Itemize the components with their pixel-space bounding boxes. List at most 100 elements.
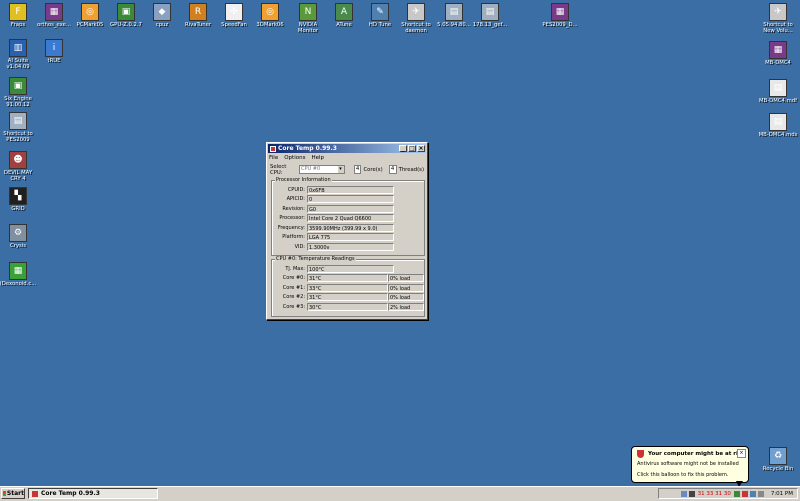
six-engine-91-00-12-icon: ▣: [9, 77, 27, 95]
start-label: Start: [6, 490, 24, 497]
tj-max-row: Tj. Max: 100°C: [272, 264, 424, 274]
core-temp-app-icon: [270, 145, 276, 152]
core-load-value: 2% load: [388, 302, 424, 311]
desktop-icon-label: MB-DMC4.mdf: [759, 98, 797, 104]
desktop-icon-crysis[interactable]: ⚙ Crysis: [0, 224, 40, 249]
tj-max-value: 100°C: [307, 264, 394, 273]
tray-app-icon[interactable]: [688, 490, 695, 497]
proc-row-revision: Revision: G0: [272, 204, 424, 214]
desktop-icon-label: Recycle Bin: [762, 466, 794, 472]
desktop-icon-shortcut-to-pes2009[interactable]: ▤ Shortcut to PES2009: [0, 112, 40, 143]
178-13-gef-icon: ▤: [481, 3, 499, 21]
proc-row-apicid: APICID: 0: [272, 195, 424, 205]
proc-row-frequency: Frequency: 3599.90MHz (399.99 x 9.0): [272, 223, 424, 233]
desktop-icon-true[interactable]: i tRUE: [32, 39, 76, 64]
processor-info-group: Processor Information CPUID: 0x6FB APICID:…: [271, 177, 425, 256]
gpu-z-0-2-7-icon: ▣: [117, 3, 135, 21]
desktop-icon-dexonoid-c[interactable]: ▦ (Dexonoid.c...: [0, 262, 40, 287]
desktop-icon-label: Shortcut to New Volu...: [763, 22, 793, 34]
core-row: Core #2: 31°C 0% load: [272, 293, 424, 303]
window-titlebar[interactable]: Core Temp 0.99.3 _ □ ×: [268, 144, 426, 153]
mb-dmc4-icon: ▦: [769, 41, 787, 59]
desktop-icon-label: PES2009_D...: [542, 22, 578, 28]
temperature-rows: Tj. Max: 100°C Core #0: 31°C 0% load Core #…: [272, 260, 424, 312]
menu-options[interactable]: Options: [284, 154, 305, 162]
proc-label: APICID:: [286, 196, 305, 203]
desktop-icon-six-engine-91-00-12[interactable]: ▣ Six Engine 91.00.12: [0, 77, 40, 108]
help-icon[interactable]: [680, 490, 687, 497]
desktop-icon-mb-dmc4[interactable]: ▦ MB-DMC4: [756, 41, 800, 66]
system-tray: 31 33 31 30 7:01 PM: [658, 488, 798, 499]
tj-max-label: Tj. Max:: [285, 265, 305, 272]
core-temp-task-icon: [32, 490, 38, 497]
volume-icon[interactable]: [757, 490, 764, 497]
balloon-close-button[interactable]: ×: [737, 449, 746, 458]
processor-info-title: Processor Information: [275, 177, 332, 183]
menu-file[interactable]: File: [269, 154, 278, 162]
core-rows: Core #0: 31°C 0% load Core #1: 33°C 0% load Co…: [272, 274, 424, 312]
core-temp-value: 33°C: [307, 283, 388, 292]
safely-remove-icon[interactable]: [749, 490, 756, 497]
proc-label: Platform:: [282, 234, 305, 241]
maximize-button[interactable]: □: [408, 145, 416, 152]
proc-value-vid: 1.3000v: [307, 242, 394, 251]
desktop-icon-devil-may-cry-4[interactable]: ☻ DEVIL MAY CRY 4: [0, 151, 40, 182]
desktop-icon-label: Crysis: [9, 243, 26, 249]
menu-help[interactable]: Help: [311, 154, 324, 162]
shortcut-to-daemon-icon: ✈: [407, 3, 425, 21]
select-cpu-value: CPU #0: [301, 166, 321, 172]
5-05-94-80-icon: ▤: [445, 3, 463, 21]
core-row: Core #3: 30°C 2% load: [272, 302, 424, 312]
pes2009-d-icon: ▦: [551, 3, 569, 21]
desktop-icon-label: MB-DMC4.mds: [758, 132, 798, 138]
true-icon: i: [45, 39, 63, 57]
cores-label: Core(s): [363, 166, 383, 173]
desktop-icon-label: GRID: [11, 206, 25, 212]
minimize-button[interactable]: _: [399, 145, 407, 152]
security-alert-icon[interactable]: [741, 490, 748, 497]
proc-label: CPUID:: [287, 186, 305, 193]
threads-label: Thread(s): [398, 166, 425, 173]
security-balloon[interactable]: Your computer might be at risk × Antivir…: [631, 446, 749, 487]
desktop-icon-recycle-bin[interactable]: ♻ Recycle Bin: [756, 447, 800, 472]
core-label: Core #1:: [282, 284, 305, 291]
balloon-action[interactable]: Click this balloon to fix this problem.: [637, 472, 728, 478]
taskbar-task-label: Core Temp 0.99.3: [41, 490, 100, 497]
desktop-icon-pes2009-d[interactable]: ▦ PES2009_D...: [538, 3, 582, 28]
tray-core-temps[interactable]: 31 33 31 30: [698, 491, 731, 497]
select-cpu-dropdown[interactable]: CPU #0 ▾: [299, 165, 345, 174]
pcmark05-icon: ◎: [81, 3, 99, 21]
proc-value-cpuid: 0x6FB: [307, 185, 394, 194]
desktop-icon-178-13-gef[interactable]: ▤ 178.13_gef...: [468, 3, 512, 28]
window-title: Core Temp 0.99.3: [278, 145, 337, 152]
mb-dmc4-mds-icon: ▤: [769, 113, 787, 131]
proc-value-processor: Intel Core 2 Quad Q6600 (Kentsfield): [307, 214, 394, 230]
desktop-icon-shortcut-to-new-volu[interactable]: ✈ Shortcut to New Volu...: [756, 3, 800, 34]
core-temp-value: 30°C: [307, 302, 388, 311]
fraps-icon: F: [9, 3, 27, 21]
devil-may-cry-4-icon: ☻: [9, 151, 27, 169]
core-label: Core #2:: [282, 294, 305, 301]
core-row: Core #0: 31°C 0% load: [272, 274, 424, 284]
clock[interactable]: 7:01 PM: [771, 491, 793, 497]
network-icon[interactable]: [733, 490, 740, 497]
desktop-icon-mb-dmc4-mds[interactable]: ▤ MB-DMC4.mds: [756, 113, 800, 138]
proc-value-revision: G0: [307, 204, 394, 213]
proc-row-platform: Platform: LGA 775: [272, 233, 424, 243]
chevron-down-icon[interactable]: ▾: [337, 166, 344, 173]
taskbar-core-temp-button[interactable]: Core Temp 0.99.3: [28, 488, 158, 499]
desktop-icon-mb-dmc4-mdf[interactable]: ▤ MB-DMC4.mdf: [756, 79, 800, 104]
grid-icon: ▚: [9, 187, 27, 205]
desktop-icon-label: 178.13_gef...: [472, 22, 508, 28]
core-label: Core #3:: [282, 303, 305, 310]
desktop-icon-grid[interactable]: ▚ GRID: [0, 187, 40, 212]
dexonoid-c-icon: ▦: [9, 262, 27, 280]
rivatuner-icon: R: [189, 3, 207, 21]
core-load-value: 0% load: [388, 274, 424, 283]
proc-value-frequency: 3599.90MHz (399.99 x 9.0): [307, 223, 394, 232]
taskbar: Start Core Temp 0.99.3 31 33 31 30 7:01 …: [0, 486, 800, 501]
start-button[interactable]: Start: [1, 488, 25, 499]
speedfan-icon: ✣: [225, 3, 243, 21]
menu-bar: File Options Help: [267, 154, 427, 162]
close-button[interactable]: ×: [417, 145, 425, 152]
